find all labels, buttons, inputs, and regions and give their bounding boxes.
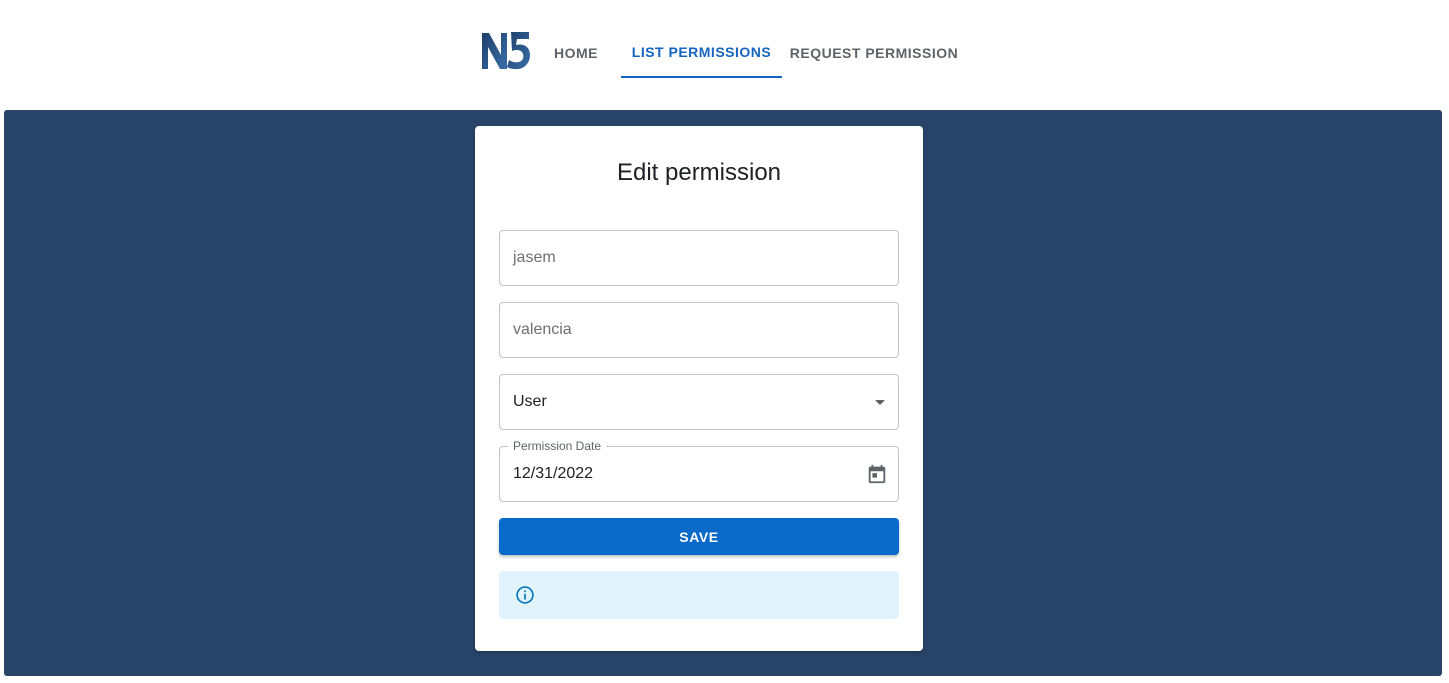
permission-date-field[interactable]: Permission Date 12/31/2022	[499, 439, 899, 502]
last-name-field[interactable]: valencia	[499, 302, 899, 358]
permission-date-label: Permission Date	[508, 439, 607, 453]
info-icon	[516, 586, 534, 604]
n5-logo[interactable]	[479, 29, 531, 71]
calendar-icon[interactable]	[866, 463, 888, 485]
first-name-placeholder: jasem	[513, 249, 556, 266]
chevron-down-icon[interactable]	[875, 400, 885, 405]
save-button[interactable]: SAVE	[499, 518, 899, 555]
permission-type-select[interactable]: User	[499, 374, 899, 430]
last-name-placeholder: valencia	[513, 321, 572, 338]
edit-permission-card: Edit permission jasem valencia User Perm…	[475, 126, 923, 651]
permission-type-value: User	[513, 393, 547, 410]
info-alert	[499, 571, 899, 619]
tab-list-permissions[interactable]: LIST PERMISSIONS	[621, 28, 782, 78]
top-navigation: HOME LIST PERMISSIONS REQUEST PERMISSION	[0, 0, 1449, 110]
permission-date-value: 12/31/2022	[513, 465, 594, 482]
page-title: Edit permission	[616, 159, 782, 186]
first-name-field[interactable]: jasem	[499, 230, 899, 286]
main-content: Edit permission jasem valencia User Perm…	[4, 110, 1442, 676]
tab-home[interactable]: HOME	[546, 28, 606, 78]
tab-request-permission[interactable]: REQUEST PERMISSION	[788, 28, 960, 78]
